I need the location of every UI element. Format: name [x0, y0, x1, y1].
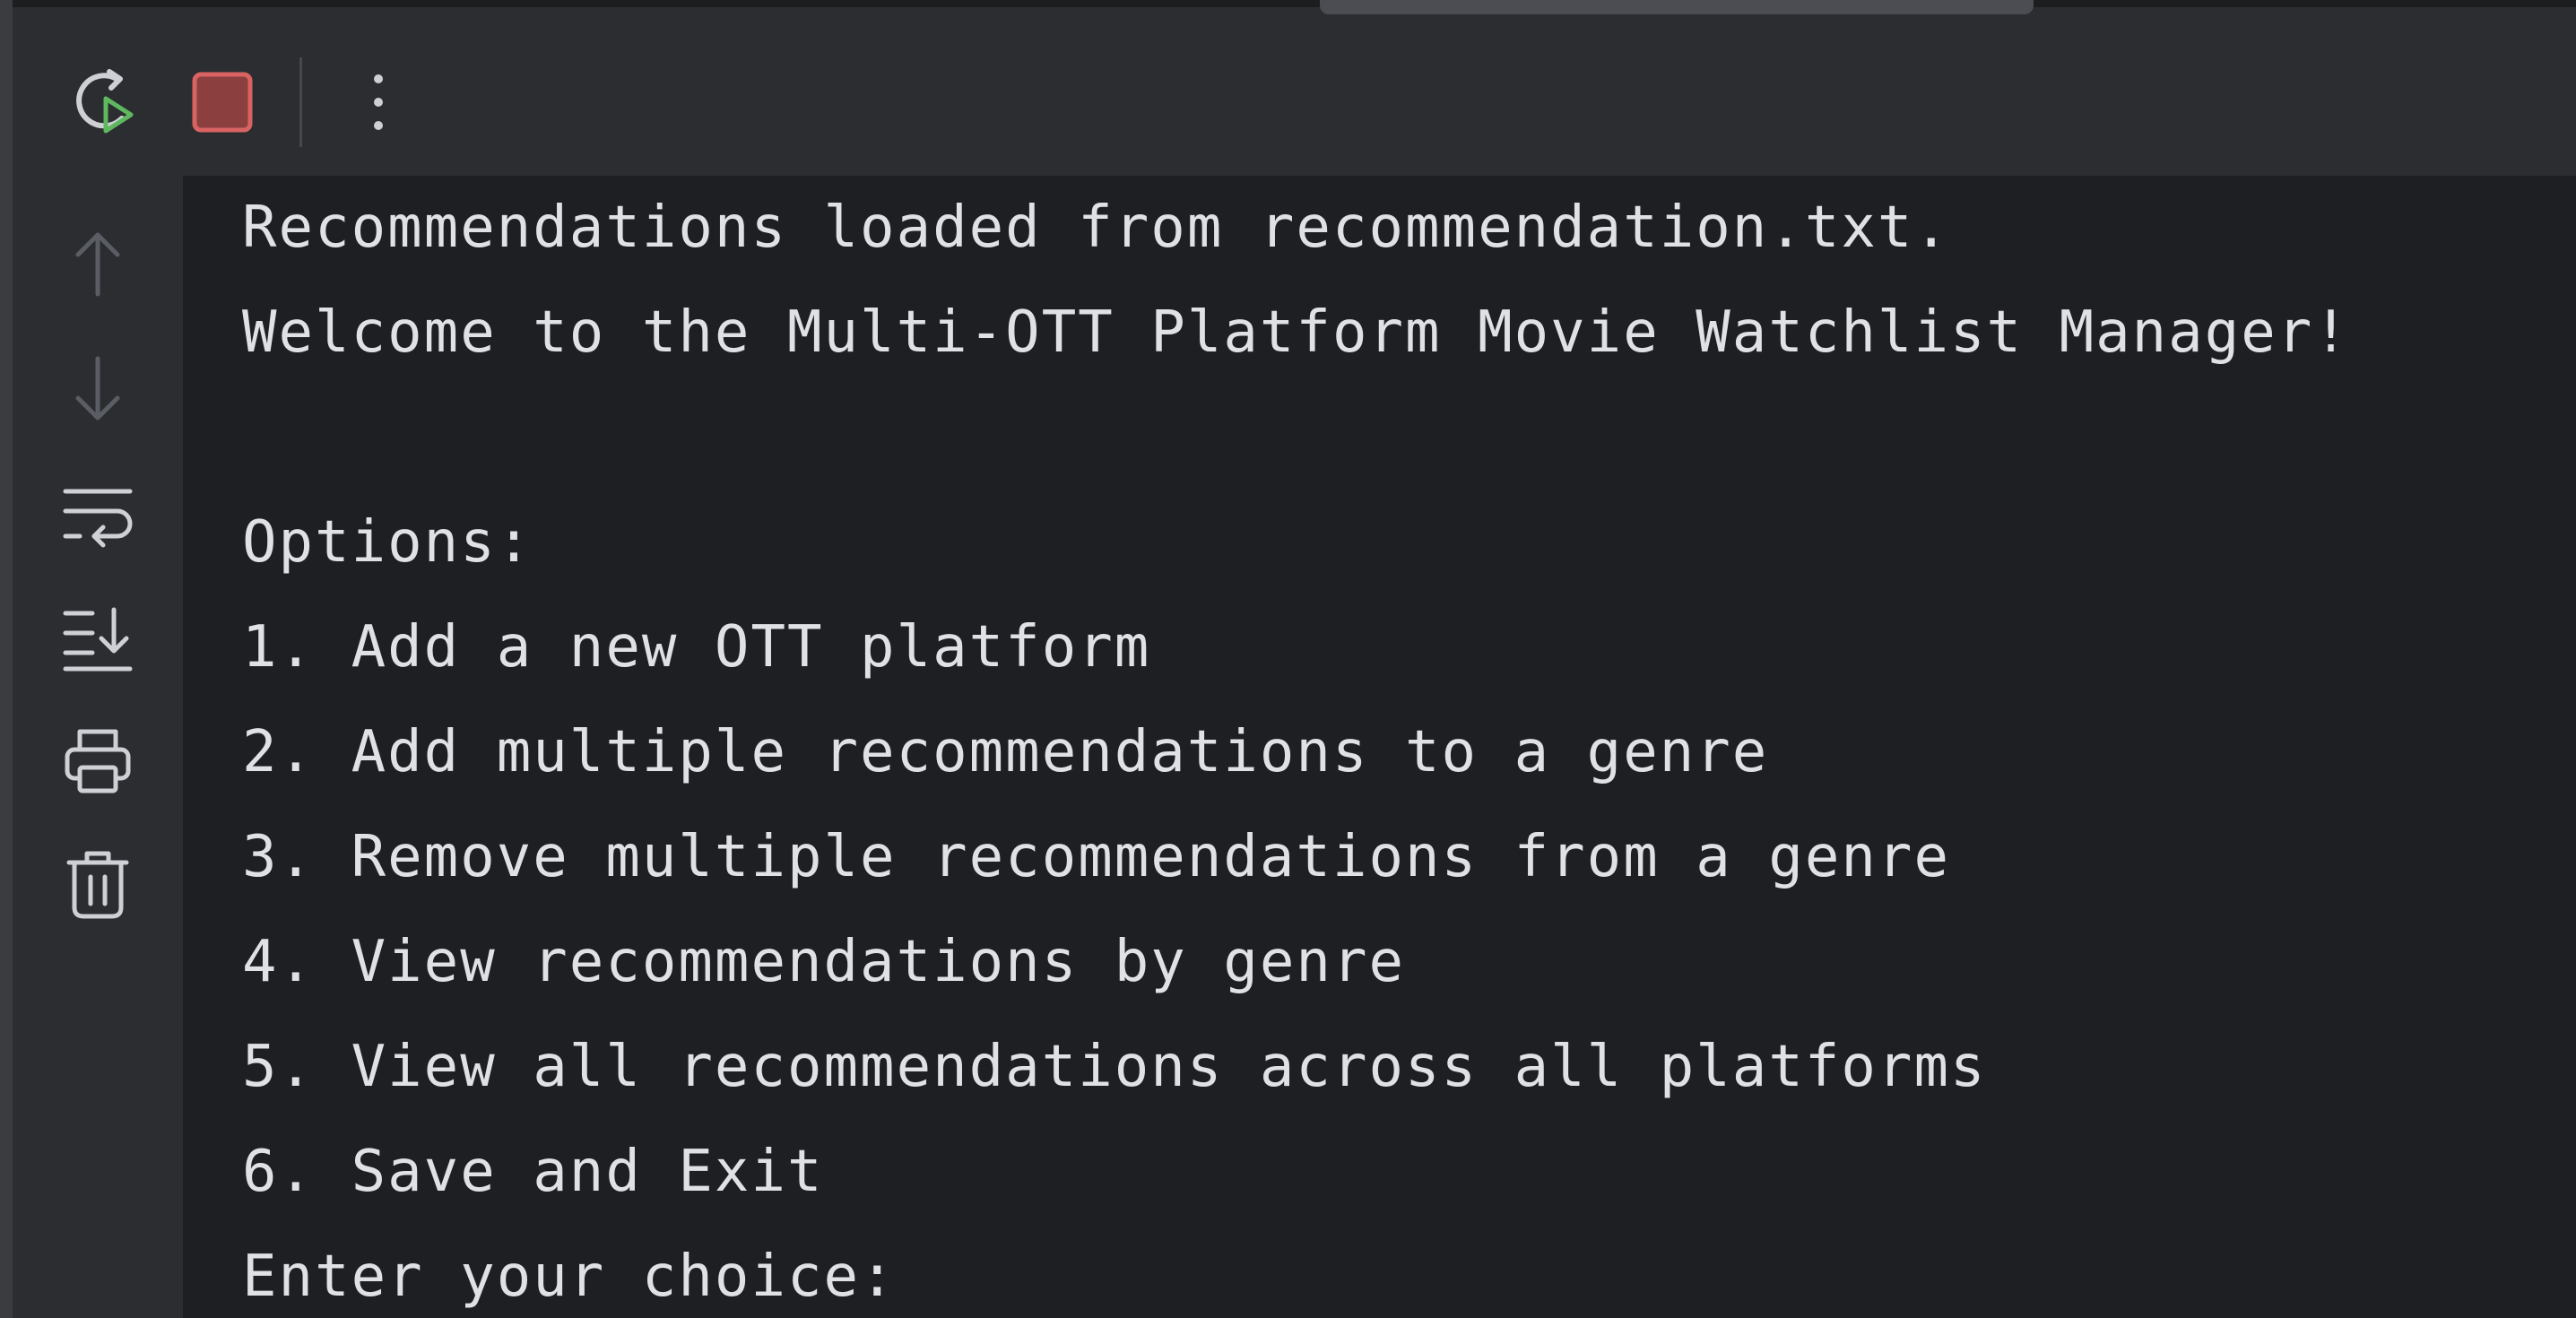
- down-arrow-icon: [69, 353, 126, 425]
- stop-button[interactable]: [179, 59, 265, 145]
- console-prompt-line: Enter your choice:: [242, 1244, 897, 1310]
- window-edge: [0, 0, 13, 1318]
- console-line: Welcome to the Multi-OTT Platform Movie …: [242, 299, 2350, 366]
- console-line: 5. View all recommendations across all p…: [242, 1034, 1987, 1100]
- scroll-to-end-icon: [62, 604, 134, 676]
- console-line: 1. Add a new OTT platform: [242, 614, 1151, 681]
- scroll-to-end-button[interactable]: [55, 597, 141, 683]
- console-line: 4. View recommendations by genre: [242, 929, 1405, 995]
- console-line: 2. Add multiple recommendations to a gen…: [242, 719, 1769, 785]
- previous-occurrence-button[interactable]: [55, 221, 141, 307]
- more-options-icon: [365, 66, 392, 138]
- rerun-icon: [70, 66, 142, 138]
- console-output[interactable]: Recommendations loaded from recommendati…: [183, 176, 2576, 1318]
- trash-icon: [62, 848, 134, 920]
- console-side-toolbar: [13, 176, 183, 1318]
- soft-wrap-button[interactable]: [55, 475, 141, 561]
- clear-all-button[interactable]: [55, 841, 141, 927]
- print-button[interactable]: [55, 717, 141, 803]
- next-occurrence-button[interactable]: [55, 346, 141, 432]
- rerun-button[interactable]: [63, 59, 149, 145]
- more-options-button[interactable]: [335, 59, 421, 145]
- run-console-window: Recommendations loaded from recommendati…: [0, 0, 2576, 1318]
- toolbar-divider: [299, 57, 302, 147]
- console-line: Recommendations loaded from recommendati…: [242, 195, 1950, 261]
- resize-handle[interactable]: [1320, 0, 2034, 14]
- up-arrow-icon: [69, 228, 126, 299]
- stop-icon: [190, 70, 255, 134]
- print-icon: [62, 724, 134, 796]
- console-line: 3. Remove multiple recommendations from …: [242, 824, 1950, 890]
- console-line: Options:: [242, 509, 533, 576]
- run-toolbar: [13, 0, 2576, 176]
- console-line: 6. Save and Exit: [242, 1139, 824, 1205]
- soft-wrap-icon: [62, 482, 134, 554]
